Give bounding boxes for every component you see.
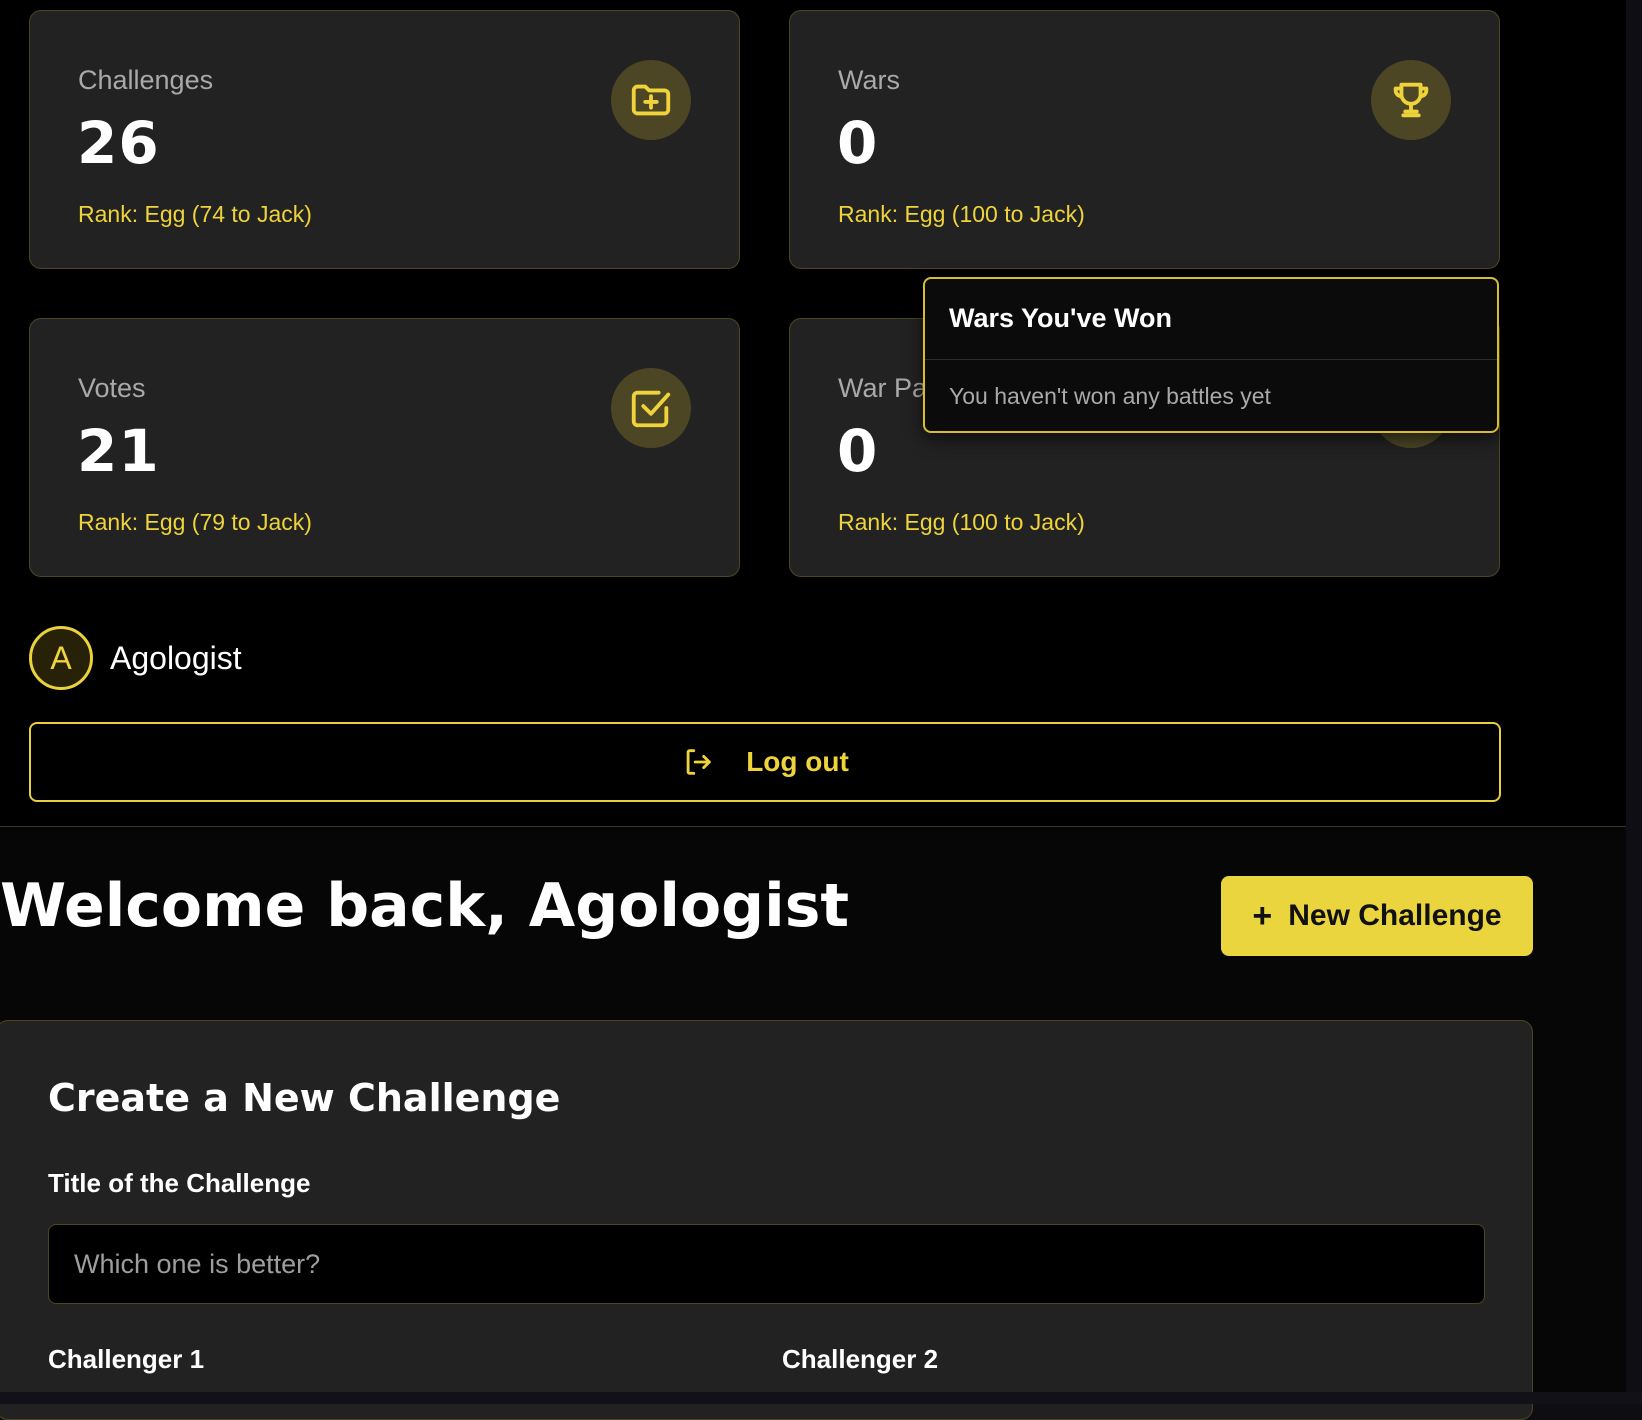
page-title: Welcome back, Agologist [0, 871, 850, 941]
stat-rank: Rank: Egg (100 to Jack) [838, 509, 1085, 535]
stat-card-votes[interactable]: Votes 21 Rank: Egg (79 to Jack) [29, 318, 740, 577]
window-edge [1626, 0, 1642, 1392]
checkbox-icon [611, 368, 691, 448]
stat-label: Votes [78, 373, 146, 403]
logout-icon [686, 749, 711, 775]
stat-value: 0 [837, 417, 879, 485]
popover-body: You haven't won any battles yet [949, 383, 1271, 409]
sidebar-panel: Challenges 26 Rank: Egg (74 to Jack) War… [0, 0, 1626, 827]
stat-rank: Rank: Egg (79 to Jack) [78, 509, 312, 535]
logout-button[interactable]: Log out [29, 722, 1501, 802]
stat-card-challenges[interactable]: Challenges 26 Rank: Egg (74 to Jack) [29, 10, 740, 269]
new-challenge-button[interactable]: + New Challenge [1221, 876, 1533, 956]
username: Agologist [110, 639, 242, 676]
popover-title: Wars You've Won [949, 303, 1172, 333]
challenger-2-label: Challenger 2 [782, 1344, 939, 1374]
create-challenge-title: Create a New Challenge [48, 1076, 561, 1120]
user-profile[interactable]: A Agologist [29, 626, 242, 690]
folder-plus-icon [611, 60, 691, 140]
wars-won-popover: Wars You've Won You haven't won any batt… [923, 277, 1499, 433]
challenger-1-label: Challenger 1 [48, 1344, 205, 1374]
stat-value: 21 [77, 417, 160, 485]
stat-label: Challenges [78, 65, 214, 95]
stat-rank: Rank: Egg (74 to Jack) [78, 201, 312, 227]
window-bottom-edge [0, 1392, 1642, 1404]
stat-card-wars[interactable]: Wars 0 Rank: Egg (100 to Jack) [789, 10, 1500, 269]
popover-divider [925, 359, 1497, 360]
logout-label: Log out [746, 746, 849, 777]
challenge-title-input[interactable] [48, 1224, 1485, 1304]
trophy-icon [1371, 60, 1451, 140]
new-challenge-label: New Challenge [1288, 899, 1502, 932]
stat-label: Wars [838, 65, 900, 95]
stat-value: 0 [837, 109, 879, 177]
stat-label: War Pa [838, 373, 928, 403]
title-field-label: Title of the Challenge [48, 1168, 311, 1198]
create-challenge-card: Create a New Challenge Title of the Chal… [0, 1020, 1533, 1420]
plus-icon: + [1252, 896, 1273, 935]
stat-rank: Rank: Egg (100 to Jack) [838, 201, 1085, 227]
stat-value: 26 [77, 109, 160, 177]
avatar: A [29, 626, 93, 690]
